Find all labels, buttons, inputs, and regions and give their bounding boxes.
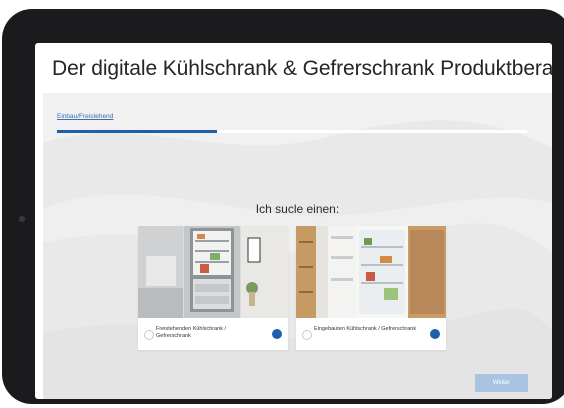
page-title: Der digitale Kühlschrank & Gefrerschrank…: [52, 57, 552, 80]
advisor-panel: Einbau/Freistehend Ich sucle einen: Frei…: [43, 93, 552, 399]
camera-dot: [19, 216, 25, 222]
app-screen: Der digitale Kühlschrank & Gefrerschrank…: [35, 43, 552, 399]
info-dot-icon[interactable]: [272, 329, 282, 339]
progress-bar: [57, 130, 527, 133]
question-heading: Ich sucle einen:: [255, 202, 340, 216]
tablet-frame: Der digitale Kühlschrank & Gefrerschrank…: [2, 9, 564, 404]
next-button[interactable]: Weiter: [475, 374, 528, 392]
option-card-freestanding[interactable]: Freistehenden Kühlschrank / Gefrerschran…: [138, 226, 288, 350]
step-link-einbau[interactable]: Einbau/Freistehend: [57, 113, 113, 120]
freestanding-fridge-image: [138, 226, 288, 318]
built-in-fridge-image: [296, 226, 446, 318]
progress-bar-fill: [57, 130, 217, 133]
radio-built-in[interactable]: [302, 330, 312, 340]
info-dot-icon[interactable]: [430, 329, 440, 339]
option-card-built-in[interactable]: Eingebauten Kühlschrank / Gefrerschrank: [296, 226, 446, 350]
radio-freestanding[interactable]: [144, 330, 154, 340]
option-label-freestanding: Freistehenden Kühlschrank / Gefrerschran…: [156, 326, 227, 339]
option-label-built-in: Eingebauten Kühlschrank / Gefrerschrank: [314, 326, 417, 332]
